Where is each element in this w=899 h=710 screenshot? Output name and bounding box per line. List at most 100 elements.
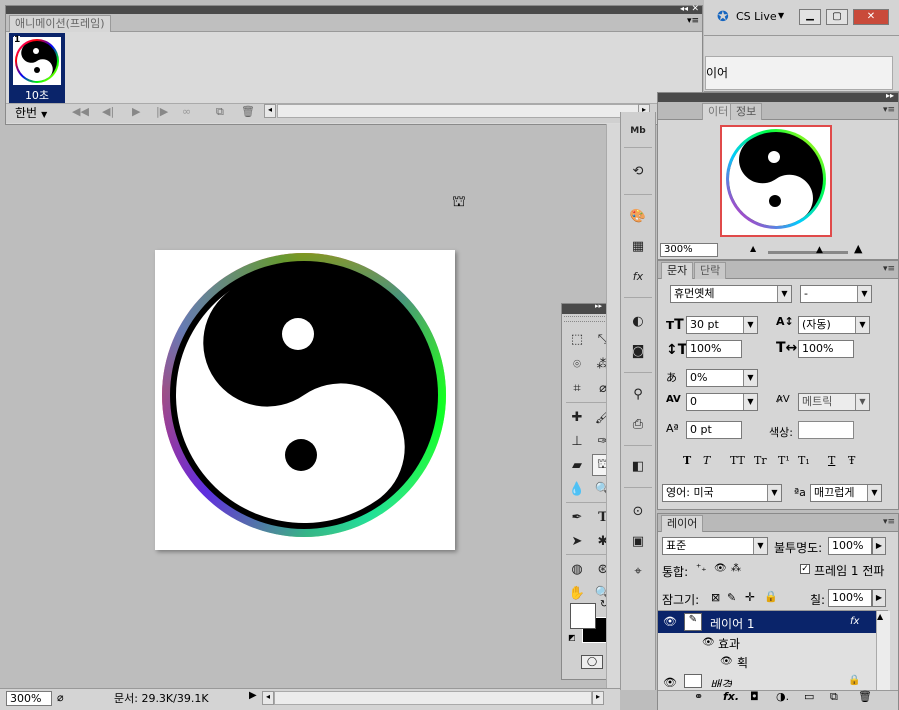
lasso-tool-icon[interactable]: ⌾ xyxy=(566,353,588,375)
healing-brush-tool-icon[interactable]: ✚ xyxy=(566,406,588,428)
new-group-icon[interactable]: ▭ xyxy=(804,690,814,703)
clone-stamp-tool-icon[interactable]: ⊥ xyxy=(566,430,588,452)
tab-animation[interactable]: 애니메이션(프레임) xyxy=(9,15,111,32)
opacity-arrow-icon[interactable]: ▶ xyxy=(872,537,886,555)
panel-menu-icon[interactable]: ▾≡ xyxy=(883,105,895,115)
opacity-field[interactable]: 100% xyxy=(828,537,872,555)
panel-menu-icon[interactable]: ▾≡ xyxy=(883,517,895,527)
collapse-icon[interactable]: ◂◂ xyxy=(680,4,688,13)
swatches-icon[interactable]: ▦ xyxy=(627,235,649,257)
minimize-button[interactable]: ▁ xyxy=(799,9,821,25)
kerning-field[interactable]: 0 ▼ xyxy=(686,393,758,411)
default-colors-icon[interactable]: ◩ xyxy=(568,633,576,642)
vertical-scale-field[interactable]: 100% xyxy=(686,340,742,358)
delete-frame-icon[interactable]: 🗑 xyxy=(241,105,255,118)
duplicate-frame-icon[interactable]: ⧉ xyxy=(216,105,224,119)
next-frame-icon[interactable]: |▶ xyxy=(156,105,168,118)
hscroll-right-icon[interactable]: ▸ xyxy=(592,691,604,705)
unify-style-icon[interactable]: ⁂ xyxy=(731,563,741,574)
play-icon[interactable]: ▶ xyxy=(132,105,140,118)
layer-comps-icon[interactable]: ◧ xyxy=(627,455,649,477)
top-right-field[interactable] xyxy=(705,56,893,90)
all-caps-button[interactable]: TT xyxy=(730,454,745,467)
small-caps-button[interactable]: Tr xyxy=(754,454,767,467)
masks-icon[interactable]: ◙ xyxy=(627,340,649,362)
scroll-left-icon[interactable]: ◂ xyxy=(264,104,276,118)
paths-icon[interactable]: ⌖ xyxy=(627,560,649,582)
effects-eye-icon[interactable]: 👁 xyxy=(702,637,715,648)
navigator-zoom-field[interactable]: 300% xyxy=(660,243,718,257)
strikethrough-button[interactable]: Ŧ xyxy=(848,454,855,467)
cs-live-icon[interactable]: ✪ xyxy=(717,9,729,25)
first-frame-icon[interactable]: ◀◀ xyxy=(72,105,89,118)
font-family-select[interactable]: 휴먼옛체 ▼ xyxy=(670,285,792,303)
layers-scrollbar[interactable] xyxy=(876,611,890,691)
frame-delay[interactable]: 10초 xyxy=(9,87,65,103)
document-vscroll[interactable] xyxy=(606,124,620,688)
faux-bold-button[interactable]: T xyxy=(683,454,691,467)
tracking-ratio-field[interactable]: 0% ▼ xyxy=(686,369,758,387)
tab-info[interactable]: 정보 xyxy=(730,103,763,120)
text-color-swatch[interactable] xyxy=(798,421,854,439)
blur-tool-icon[interactable]: 💧 xyxy=(566,478,588,500)
document-hscroll[interactable] xyxy=(274,691,592,705)
cs-live-label[interactable]: CS Live xyxy=(736,10,777,23)
propagate-checkbox[interactable]: ✓ xyxy=(800,564,810,574)
zoom-out-icon[interactable]: ▲ xyxy=(750,244,756,253)
new-adjustment-icon[interactable]: ◑. xyxy=(776,690,789,703)
tab-paragraph[interactable]: 단락 xyxy=(694,262,727,279)
maximize-button[interactable]: ▢ xyxy=(826,9,848,25)
unify-visibility-icon[interactable]: 👁 xyxy=(714,563,727,574)
blend-mode-select[interactable]: 표준 ▼ xyxy=(662,537,768,555)
tab-character[interactable]: 문자 xyxy=(661,262,694,279)
font-style-select[interactable]: - ▼ xyxy=(800,285,872,303)
baseline-shift-field[interactable]: 0 pt xyxy=(686,421,742,439)
zoom-in-icon[interactable]: ▲ xyxy=(854,242,862,255)
leading-field[interactable]: (자동) ▼ xyxy=(798,316,870,334)
crop-tool-icon[interactable]: ⌗ xyxy=(566,377,588,399)
collapse-icon[interactable]: ▸▸ xyxy=(886,91,894,100)
color-icon[interactable]: 🎨 xyxy=(627,205,649,227)
mini-bridge-icon[interactable]: Mb xyxy=(627,120,649,142)
background-layer-name[interactable]: 배경 xyxy=(710,676,732,687)
tracking-field[interactable]: 메트릭 ▼ xyxy=(798,393,870,411)
fill-arrow-icon[interactable]: ▶ xyxy=(872,589,886,607)
lock-all-icon[interactable]: 🔒 xyxy=(764,590,778,603)
frame-1[interactable]: 1 10초 xyxy=(9,33,65,103)
close-window-button[interactable]: ✕ xyxy=(853,9,889,25)
canvas[interactable] xyxy=(155,250,455,550)
loop-select[interactable]: 한번 ▼ xyxy=(15,104,65,120)
pen-tool-icon[interactable]: ✒ xyxy=(566,506,588,528)
link-layers-icon[interactable]: ⚭ xyxy=(694,690,703,703)
3d-rotate-tool-icon[interactable]: ◍ xyxy=(566,558,588,580)
clone-source-icon[interactable]: ⎙ xyxy=(627,413,649,435)
hscroll-left-icon[interactable]: ◂ xyxy=(262,691,274,705)
stroke-eye-icon[interactable]: 👁 xyxy=(720,656,733,667)
subscript-button[interactable]: T₁ xyxy=(798,454,810,467)
status-menu-icon[interactable]: ▶ xyxy=(249,690,257,701)
3d-icon[interactable]: ⊙ xyxy=(627,500,649,522)
underline-button[interactable]: T xyxy=(828,454,835,467)
path-select-tool-icon[interactable]: ➤ xyxy=(566,530,588,552)
tab-layers[interactable]: 레이어 xyxy=(661,515,704,532)
channels-icon[interactable]: ▣ xyxy=(627,530,649,552)
frame-scrollbar[interactable] xyxy=(277,104,639,118)
hand-tool-icon[interactable]: ✋ xyxy=(566,582,588,604)
close-icon[interactable]: ✕ xyxy=(691,4,699,14)
delete-layer-icon[interactable]: 🗑 xyxy=(858,690,872,703)
background-eye-icon[interactable]: 👁 xyxy=(663,676,677,689)
status-icon[interactable]: ⌀ xyxy=(57,691,64,704)
adjustments-icon[interactable]: ◐ xyxy=(627,310,649,332)
zoom-slider[interactable] xyxy=(768,251,848,254)
unify-position-icon[interactable]: ⁺₊ xyxy=(696,563,707,574)
eraser-tool-icon[interactable]: ▰ xyxy=(566,454,588,476)
status-zoom-field[interactable]: 300% xyxy=(6,691,52,706)
layer-name[interactable]: 레이어 1 xyxy=(710,615,755,632)
font-size-field[interactable]: 30 pt ▼ xyxy=(686,316,758,334)
add-style-icon[interactable]: fx. xyxy=(723,690,739,703)
new-layer-icon[interactable]: ⧉ xyxy=(830,690,838,704)
tween-icon[interactable]: ∞ xyxy=(182,105,191,118)
collapse-icon[interactable]: ▸▸ xyxy=(595,302,602,310)
scroll-up-icon[interactable]: ▲ xyxy=(877,612,883,621)
foreground-color-swatch[interactable] xyxy=(570,603,596,629)
